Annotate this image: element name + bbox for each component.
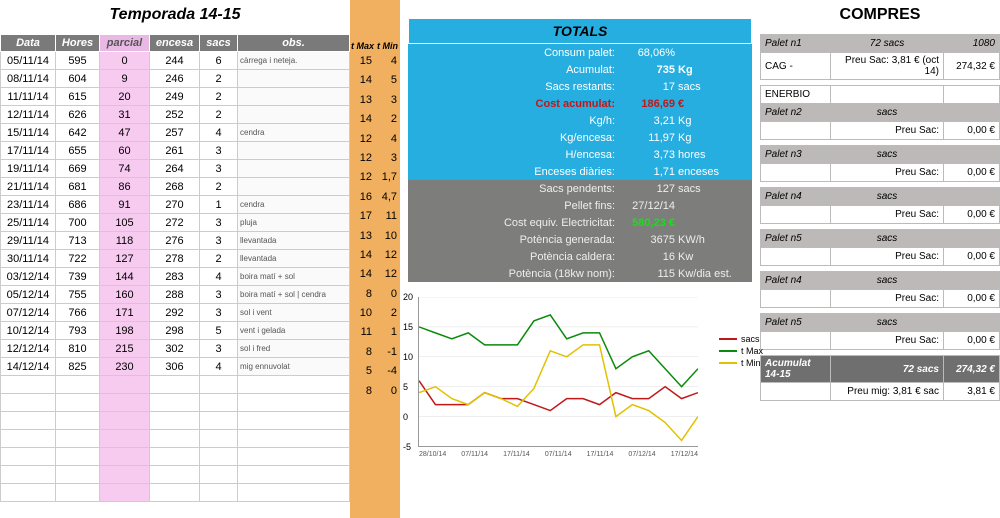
hd-data[interactable]: Data (1, 35, 56, 52)
compres-row[interactable]: Palet n5sacs (761, 314, 1000, 332)
temps-row[interactable]: 133 (350, 94, 400, 113)
temps-row[interactable]: 80 (350, 385, 400, 404)
table-row[interactable]: 11/11/14615202492 (1, 88, 350, 106)
temps-row[interactable]: 142 (350, 113, 400, 132)
totals-row: Pellet fins:27/12/14 (408, 197, 752, 214)
temps-row[interactable]: 1711 (350, 210, 400, 229)
totals-title: TOTALS (408, 18, 752, 44)
temps-row[interactable]: 111 (350, 326, 400, 345)
temps-row[interactable]: 80 (350, 288, 400, 307)
table-row[interactable] (1, 448, 350, 466)
compres-row[interactable]: Preu Sac:0,00 € (761, 206, 1000, 224)
temps-row[interactable]: 121,7 (350, 171, 400, 190)
hd-hores[interactable]: Hores (56, 35, 100, 52)
temps-row[interactable]: 1310 (350, 230, 400, 249)
table-row[interactable] (1, 430, 350, 448)
compres-row[interactable]: Preu mig: 3,81 € sac3,81 € (761, 383, 1000, 401)
table-row[interactable] (1, 394, 350, 412)
table-row[interactable]: 10/12/147931982985vent i gelada (1, 322, 350, 340)
table-row[interactable] (1, 412, 350, 430)
totals-row: Potència caldera:16Kw (408, 248, 752, 265)
totals-row: Cost equiv. Electricitat:580,23 € (408, 214, 752, 231)
compres-row[interactable]: Palet n172 sacs1080 (761, 35, 1000, 53)
table-row[interactable]: 21/11/14681862682 (1, 178, 350, 196)
table-row[interactable]: 17/11/14655602613 (1, 142, 350, 160)
compres-row[interactable]: Palet n5sacs (761, 230, 1000, 248)
main-table[interactable]: Data Hores parcial encesa sacs obs. 05/1… (0, 34, 350, 502)
totals-row: Potència generada:3675KW/h (408, 231, 752, 248)
table-row[interactable]: 07/12/147661712923sol i vent (1, 304, 350, 322)
compres-row[interactable]: Palet n2sacs (761, 104, 1000, 122)
compres-row[interactable]: Palet n4sacs (761, 272, 1000, 290)
chart: sacs t Max t Min -505101520 28/10/1407/1… (418, 297, 698, 447)
table-row[interactable]: 12/11/14626312522 (1, 106, 350, 124)
compres-row[interactable]: Preu Sac:0,00 € (761, 164, 1000, 182)
totals-row: Potència (18kw nom):115Kw/dia est. (408, 265, 752, 282)
table-row[interactable] (1, 484, 350, 502)
compres-row[interactable]: Palet n3sacs (761, 146, 1000, 164)
title-compres: COMPRES (760, 0, 1000, 34)
temps-row[interactable]: 5-4 (350, 365, 400, 384)
compres-row[interactable]: Palet n4sacs (761, 188, 1000, 206)
hd-tmax: t Max (350, 41, 375, 51)
table-row[interactable]: 23/11/14686912701cendra (1, 196, 350, 214)
totals-row: H/encesa:3,73hores (408, 146, 752, 163)
compres-row[interactable]: Preu Sac:0,00 € (761, 290, 1000, 308)
temps-row[interactable]: 145 (350, 74, 400, 93)
temps-row[interactable]: 8-1 (350, 346, 400, 365)
totals-row: Sacs restants:17sacs (408, 78, 752, 95)
totals-row: Kg/h:3,21Kg (408, 112, 752, 129)
chart-legend: sacs t Max t Min (719, 332, 763, 370)
table-row[interactable]: 19/11/14669742643 (1, 160, 350, 178)
temps-row[interactable]: 1412 (350, 249, 400, 268)
table-row[interactable]: 14/12/148252303064mig ennuvolat (1, 358, 350, 376)
totals-panel: TOTALS Consum palet:68,06%Acumulat:735Kg… (408, 18, 752, 282)
table-row[interactable] (1, 376, 350, 394)
compres-row[interactable]: Acumulat 14-1572 sacs274,32 € (761, 356, 1000, 383)
hd-parcial[interactable]: parcial (100, 35, 150, 52)
table-row[interactable] (1, 466, 350, 484)
compres-row[interactable]: ENERBIO (761, 86, 1000, 104)
table-row[interactable]: 15/11/14642472574cendra (1, 124, 350, 142)
table-row[interactable]: 29/11/147131182763llevantada (1, 232, 350, 250)
table-row[interactable]: 08/11/1460492462 (1, 70, 350, 88)
temps-row[interactable]: 102 (350, 307, 400, 326)
table-row[interactable]: 05/12/147551602883boira matí + sol | cen… (1, 286, 350, 304)
totals-row: Consum palet:68,06% (408, 44, 752, 61)
compres-row[interactable]: Preu Sac:0,00 € (761, 332, 1000, 350)
table-row[interactable]: 05/11/1459502446càrrega i neteja. (1, 52, 350, 70)
totals-row: Cost acumulat:186,69€ (408, 95, 752, 112)
temps-column: t Max t Min 154145133142124123121,7164,7… (350, 0, 400, 518)
totals-row: Acumulat:735Kg (408, 61, 752, 78)
table-row[interactable]: 03/12/147391442834boira matí + sol (1, 268, 350, 286)
table-row[interactable]: 30/11/147221272782llevantada (1, 250, 350, 268)
title-temporada: Temporada 14-15 (0, 0, 350, 34)
totals-row: Kg/encesa:11,97Kg (408, 129, 752, 146)
compres-row[interactable]: Preu Sac:0,00 € (761, 122, 1000, 140)
totals-row: Enceses diàries:1,71enceses (408, 163, 752, 180)
compres-row[interactable]: CAG -Preu Sac: 3,81 € (oct 14)274,32 € (761, 53, 1000, 80)
hd-encesa[interactable]: encesa (150, 35, 200, 52)
temps-row[interactable]: 124 (350, 133, 400, 152)
temps-row[interactable]: 123 (350, 152, 400, 171)
compres-table[interactable]: Palet n172 sacs1080CAG -Preu Sac: 3,81 €… (760, 34, 1000, 401)
totals-row: Sacs pendents:127sacs (408, 180, 752, 197)
temps-row[interactable]: 1412 (350, 268, 400, 287)
temps-row[interactable]: 164,7 (350, 191, 400, 210)
hd-tmin: t Min (375, 41, 400, 51)
compres-row[interactable]: Preu Sac:0,00 € (761, 248, 1000, 266)
table-row[interactable]: 12/12/148102153023sol i fred (1, 340, 350, 358)
hd-obs[interactable]: obs. (238, 35, 350, 52)
hd-sacs[interactable]: sacs (200, 35, 238, 52)
table-row[interactable]: 25/11/147001052723pluja (1, 214, 350, 232)
temps-row[interactable]: 154 (350, 55, 400, 74)
